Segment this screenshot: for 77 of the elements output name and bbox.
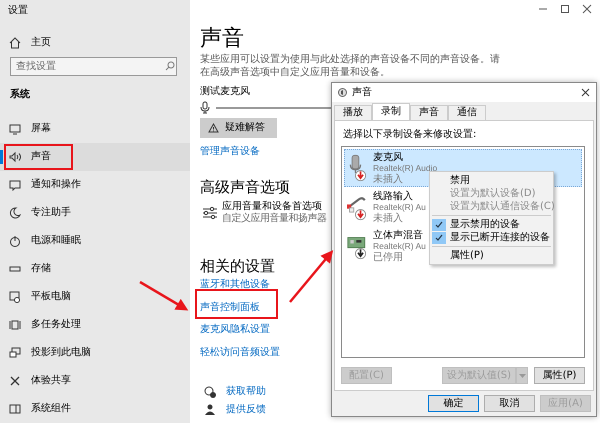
- close-icon[interactable]: [582, 4, 592, 14]
- annotation-arrow: [289, 250, 334, 303]
- settings-link[interactable]: 声音控制面板: [200, 302, 260, 314]
- device-status: 未插入: [373, 174, 404, 184]
- message-icon: [9, 179, 21, 191]
- menu-item[interactable]: 属性(P): [432, 246, 551, 262]
- device-name: 立体声混音: [373, 230, 424, 240]
- home-icon: [9, 37, 21, 49]
- sidebar-item[interactable]: 电源和睡眠: [0, 227, 190, 255]
- settings-link[interactable]: 麦克风隐私设置: [200, 324, 270, 336]
- device-status: 已停用: [373, 252, 404, 262]
- search-icon: [165, 61, 175, 71]
- settings-link[interactable]: 轻松访问音频设置: [200, 346, 280, 358]
- section-label: 测试麦克风: [200, 86, 250, 98]
- component-icon: [9, 403, 21, 415]
- device-name: 麦克风: [373, 152, 404, 162]
- warning-icon: [208, 123, 219, 133]
- sidebar-item[interactable]: 存储: [0, 255, 190, 283]
- app-volume-option[interactable]: 应用音量和设备首选项 自定义应用音量和扬声器: [202, 201, 326, 225]
- section-heading: 系统: [10, 88, 30, 101]
- project-icon: [9, 347, 21, 359]
- device-driver: Realtek(R) Au: [373, 240, 426, 252]
- sidebar-item[interactable]: 系统组件: [0, 395, 190, 423]
- dialog-button[interactable]: 属性(P): [534, 367, 585, 384]
- highlight-frame: [4, 144, 73, 170]
- search-field[interactable]: 查找设置: [10, 57, 177, 76]
- sidebar-item[interactable]: 体验共享: [0, 367, 190, 395]
- dialog-tab[interactable]: 声音: [410, 105, 448, 120]
- device-name: 线路输入: [373, 190, 414, 202]
- page-title: 声音: [200, 26, 244, 52]
- dialog-title: 声音: [352, 86, 372, 98]
- sliders-icon: [202, 206, 218, 220]
- menu-item[interactable]: 显示禁用的设备: [432, 215, 551, 231]
- sidebar-item[interactable]: 多任务处理: [0, 311, 190, 339]
- feedback-icon: [204, 404, 216, 416]
- dialog-button[interactable]: 取消: [484, 395, 535, 412]
- dialog-tab[interactable]: 通信: [448, 105, 486, 120]
- sidebar-item[interactable]: 平板电脑: [0, 283, 190, 311]
- dialog-tab[interactable]: 播放: [334, 105, 372, 120]
- manage-devices-link[interactable]: 管理声音设备: [200, 146, 260, 158]
- close-icon[interactable]: [581, 88, 590, 97]
- device-driver: Realtek(R) Audio: [373, 162, 438, 174]
- display-icon: [9, 123, 21, 135]
- device-driver: Realtek(R) Au: [373, 202, 426, 212]
- settings-link[interactable]: 蓝牙和其他设备: [200, 279, 270, 291]
- dialog-button[interactable]: 确定: [428, 395, 479, 412]
- help-icon: [204, 386, 216, 398]
- sidebar-item[interactable]: 专注助手: [0, 199, 190, 227]
- menu-item[interactable]: 显示已断开连接的设备: [432, 231, 551, 244]
- speaker-icon: [9, 151, 21, 163]
- microphone-icon: [200, 101, 210, 114]
- sidebar-item[interactable]: 声音: [0, 143, 190, 171]
- microphone-icon: [347, 154, 369, 182]
- description-text: 某些应用可以设置为使用与此处选择的声音设备不同的声音设备。请在高级声音选项中自定义应用音量和设备。: [200, 53, 500, 79]
- maximize-icon[interactable]: [560, 4, 570, 14]
- annotation-arrow: [139, 280, 188, 311]
- menu-item[interactable]: 禁用: [432, 174, 551, 187]
- window-title: 设置: [8, 4, 28, 17]
- device-status: 未插入: [373, 212, 404, 224]
- moon-icon: [9, 207, 21, 219]
- help-link[interactable]: 获取帮助: [226, 386, 266, 398]
- speaker-icon: [338, 88, 347, 97]
- sidebar-item[interactable]: 投影到此电脑: [0, 339, 190, 367]
- section-heading: 高级声音选项: [200, 178, 290, 196]
- home-item[interactable]: 主页: [0, 33, 51, 53]
- sidebar-item[interactable]: 通知和操作: [0, 171, 190, 199]
- share-icon: [9, 375, 21, 387]
- dialog-tab[interactable]: 录制: [372, 103, 410, 120]
- multitask-icon: [9, 319, 21, 331]
- troubleshoot-button[interactable]: 疑难解答: [200, 118, 277, 138]
- instruction-text: 选择以下录制设备来修改设置:: [343, 129, 478, 141]
- power-icon: [9, 235, 21, 247]
- sidebar-item[interactable]: 屏幕: [0, 115, 190, 143]
- help-link[interactable]: 提供反馈: [226, 404, 266, 416]
- caret-icon: [518, 374, 526, 378]
- section-heading: 相关的设置: [200, 257, 275, 275]
- tablet-icon: [9, 291, 21, 303]
